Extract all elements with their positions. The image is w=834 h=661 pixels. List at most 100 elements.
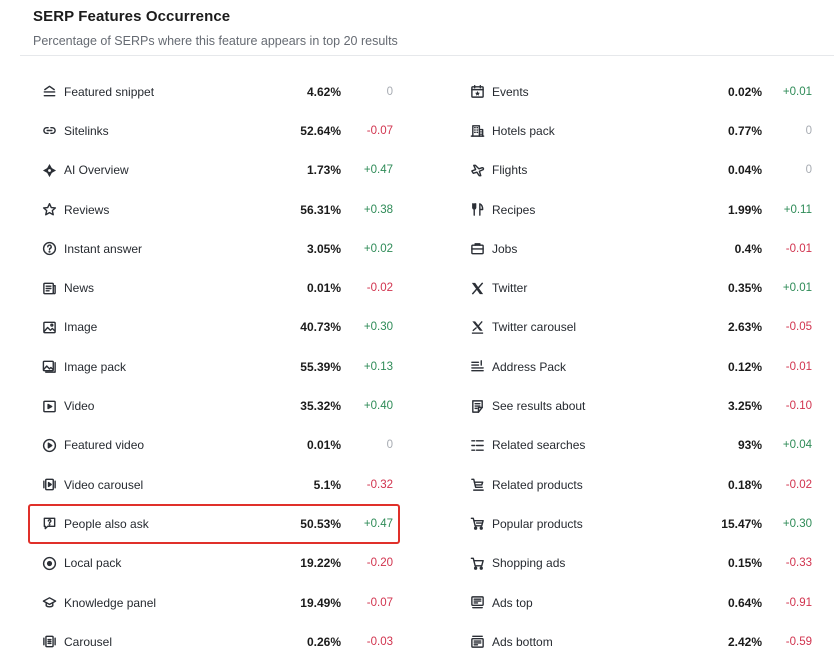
feature-row-knowledge-panel: Knowledge panel 19.49% -0.07 bbox=[33, 583, 393, 622]
feature-percentage: 0.02% bbox=[727, 84, 762, 99]
news-icon bbox=[41, 280, 57, 296]
cart-icon bbox=[469, 516, 485, 532]
feature-delta: +0.11 bbox=[783, 203, 812, 216]
feature-row-ads-top: Ads top 0.64% -0.91 bbox=[461, 583, 812, 622]
feature-label: Knowledge panel bbox=[64, 595, 157, 610]
feature-label: Address Pack bbox=[492, 359, 567, 374]
feature-label: Image bbox=[64, 320, 98, 335]
feature-label: Featured video bbox=[64, 438, 145, 453]
feature-label: Popular products bbox=[492, 516, 583, 531]
page-subtitle: Percentage of SERPs where this feature a… bbox=[33, 34, 398, 48]
feature-percentage: 0.04% bbox=[727, 163, 762, 178]
feature-row-address-pack: Address Pack 0.12% -0.01 bbox=[461, 347, 812, 386]
ai-sparkle-icon bbox=[41, 162, 57, 178]
feature-delta: -0.91 bbox=[785, 596, 812, 609]
feature-delta: 0 bbox=[386, 439, 393, 452]
x-carousel-icon bbox=[469, 319, 485, 335]
feature-percentage: 19.22% bbox=[300, 556, 341, 571]
features-column-left: Featured snippet 4.62% 0 Sitelinks 52.64% -0.… bbox=[33, 72, 393, 661]
feature-label: AI Overview bbox=[64, 163, 129, 178]
feature-label: Recipes bbox=[492, 202, 536, 217]
feature-delta: 0 bbox=[805, 124, 812, 137]
feature-row-news: News 0.01% -0.02 bbox=[33, 268, 393, 307]
featured-snippet-icon bbox=[41, 84, 57, 100]
feature-row-local-pack: Local pack 19.22% -0.20 bbox=[33, 544, 393, 583]
link-icon bbox=[41, 123, 57, 139]
feature-percentage: 19.49% bbox=[300, 595, 341, 610]
feature-delta: +0.01 bbox=[782, 282, 812, 295]
feature-row-related-searches: Related searches 93% +0.04 bbox=[461, 426, 812, 465]
hotel-icon bbox=[469, 123, 485, 139]
divider bbox=[20, 55, 834, 56]
feature-percentage: 15.47% bbox=[721, 516, 762, 531]
feature-row-jobs: Jobs 0.4% -0.01 bbox=[461, 229, 812, 268]
feature-percentage: 0.64% bbox=[727, 595, 762, 610]
feature-percentage: 0.01% bbox=[306, 281, 341, 296]
feature-percentage: 3.05% bbox=[306, 241, 341, 256]
feature-row-reviews: Reviews 56.31% +0.38 bbox=[33, 190, 393, 229]
feature-delta: -0.32 bbox=[366, 478, 393, 491]
feature-row-image-pack: Image pack 55.39% +0.13 bbox=[33, 347, 393, 386]
image-pack-icon bbox=[41, 359, 57, 375]
shopping-cart-icon bbox=[469, 555, 485, 571]
feature-delta: -0.20 bbox=[366, 557, 393, 570]
feature-label: Shopping ads bbox=[492, 556, 566, 571]
feature-label: Local pack bbox=[64, 556, 122, 571]
feature-delta: -0.01 bbox=[785, 360, 812, 373]
feature-label: Events bbox=[492, 84, 529, 99]
feature-row-video-carousel: Video carousel 5.1% -0.32 bbox=[33, 465, 393, 504]
feature-label: Related searches bbox=[492, 438, 586, 453]
fork-knife-icon bbox=[469, 202, 485, 218]
feature-delta: +0.13 bbox=[363, 360, 393, 373]
feature-percentage: 56.31% bbox=[300, 202, 341, 217]
feature-percentage: 1.99% bbox=[727, 202, 762, 217]
feature-label: Video bbox=[64, 399, 95, 414]
feature-percentage: 93% bbox=[737, 438, 762, 453]
feature-label: Instant answer bbox=[64, 241, 143, 256]
feature-delta: -0.03 bbox=[366, 635, 393, 648]
x-logo-icon bbox=[469, 280, 485, 296]
feature-percentage: 2.42% bbox=[727, 634, 762, 649]
feature-label: Video carousel bbox=[64, 477, 144, 492]
feature-row-hotels-pack: Hotels pack 0.77% 0 bbox=[461, 111, 812, 150]
play-circle-icon bbox=[41, 437, 57, 453]
feature-label: Reviews bbox=[64, 202, 110, 217]
calendar-icon bbox=[469, 84, 485, 100]
star-icon bbox=[41, 202, 57, 218]
feature-percentage: 0.12% bbox=[727, 359, 762, 374]
list-icon bbox=[469, 437, 485, 453]
feature-delta: +0.47 bbox=[363, 517, 393, 530]
page-title: SERP Features Occurrence bbox=[33, 8, 231, 25]
feature-label: Image pack bbox=[64, 359, 127, 374]
briefcase-icon bbox=[469, 241, 485, 257]
feature-label: People also ask bbox=[64, 516, 149, 531]
feature-percentage: 50.53% bbox=[300, 516, 341, 531]
feature-percentage: 0.15% bbox=[727, 556, 762, 571]
feature-percentage: 35.32% bbox=[300, 399, 341, 414]
feature-label: Carousel bbox=[64, 634, 113, 649]
feature-delta: -0.05 bbox=[785, 321, 812, 334]
feature-label: Jobs bbox=[492, 241, 518, 256]
feature-label: Hotels pack bbox=[492, 123, 555, 138]
feature-percentage: 3.25% bbox=[727, 399, 762, 414]
feature-row-image: Image 40.73% +0.30 bbox=[33, 308, 393, 347]
feature-label: Related products bbox=[492, 477, 583, 492]
feature-row-events: Events 0.02% +0.01 bbox=[461, 72, 812, 111]
feature-percentage: 1.73% bbox=[306, 163, 341, 178]
feature-row-recipes: Recipes 1.99% +0.11 bbox=[461, 190, 812, 229]
feature-label: Sitelinks bbox=[64, 123, 109, 138]
feature-percentage: 55.39% bbox=[300, 359, 341, 374]
feature-delta: -0.07 bbox=[366, 596, 393, 609]
feature-row-flights: Flights 0.04% 0 bbox=[461, 151, 812, 190]
feature-delta: 0 bbox=[805, 164, 812, 177]
feature-delta: +0.38 bbox=[363, 203, 393, 216]
feature-delta: 0 bbox=[386, 85, 393, 98]
feature-row-people-also-ask: People also ask 50.53% +0.47 bbox=[33, 504, 393, 543]
video-carousel-icon bbox=[41, 477, 57, 493]
image-icon bbox=[41, 319, 57, 335]
feature-row-sitelinks: Sitelinks 52.64% -0.07 bbox=[33, 111, 393, 150]
feature-percentage: 0.4% bbox=[734, 241, 762, 256]
feature-delta: +0.04 bbox=[782, 439, 812, 452]
feature-percentage: 0.01% bbox=[306, 438, 341, 453]
video-icon bbox=[41, 398, 57, 414]
